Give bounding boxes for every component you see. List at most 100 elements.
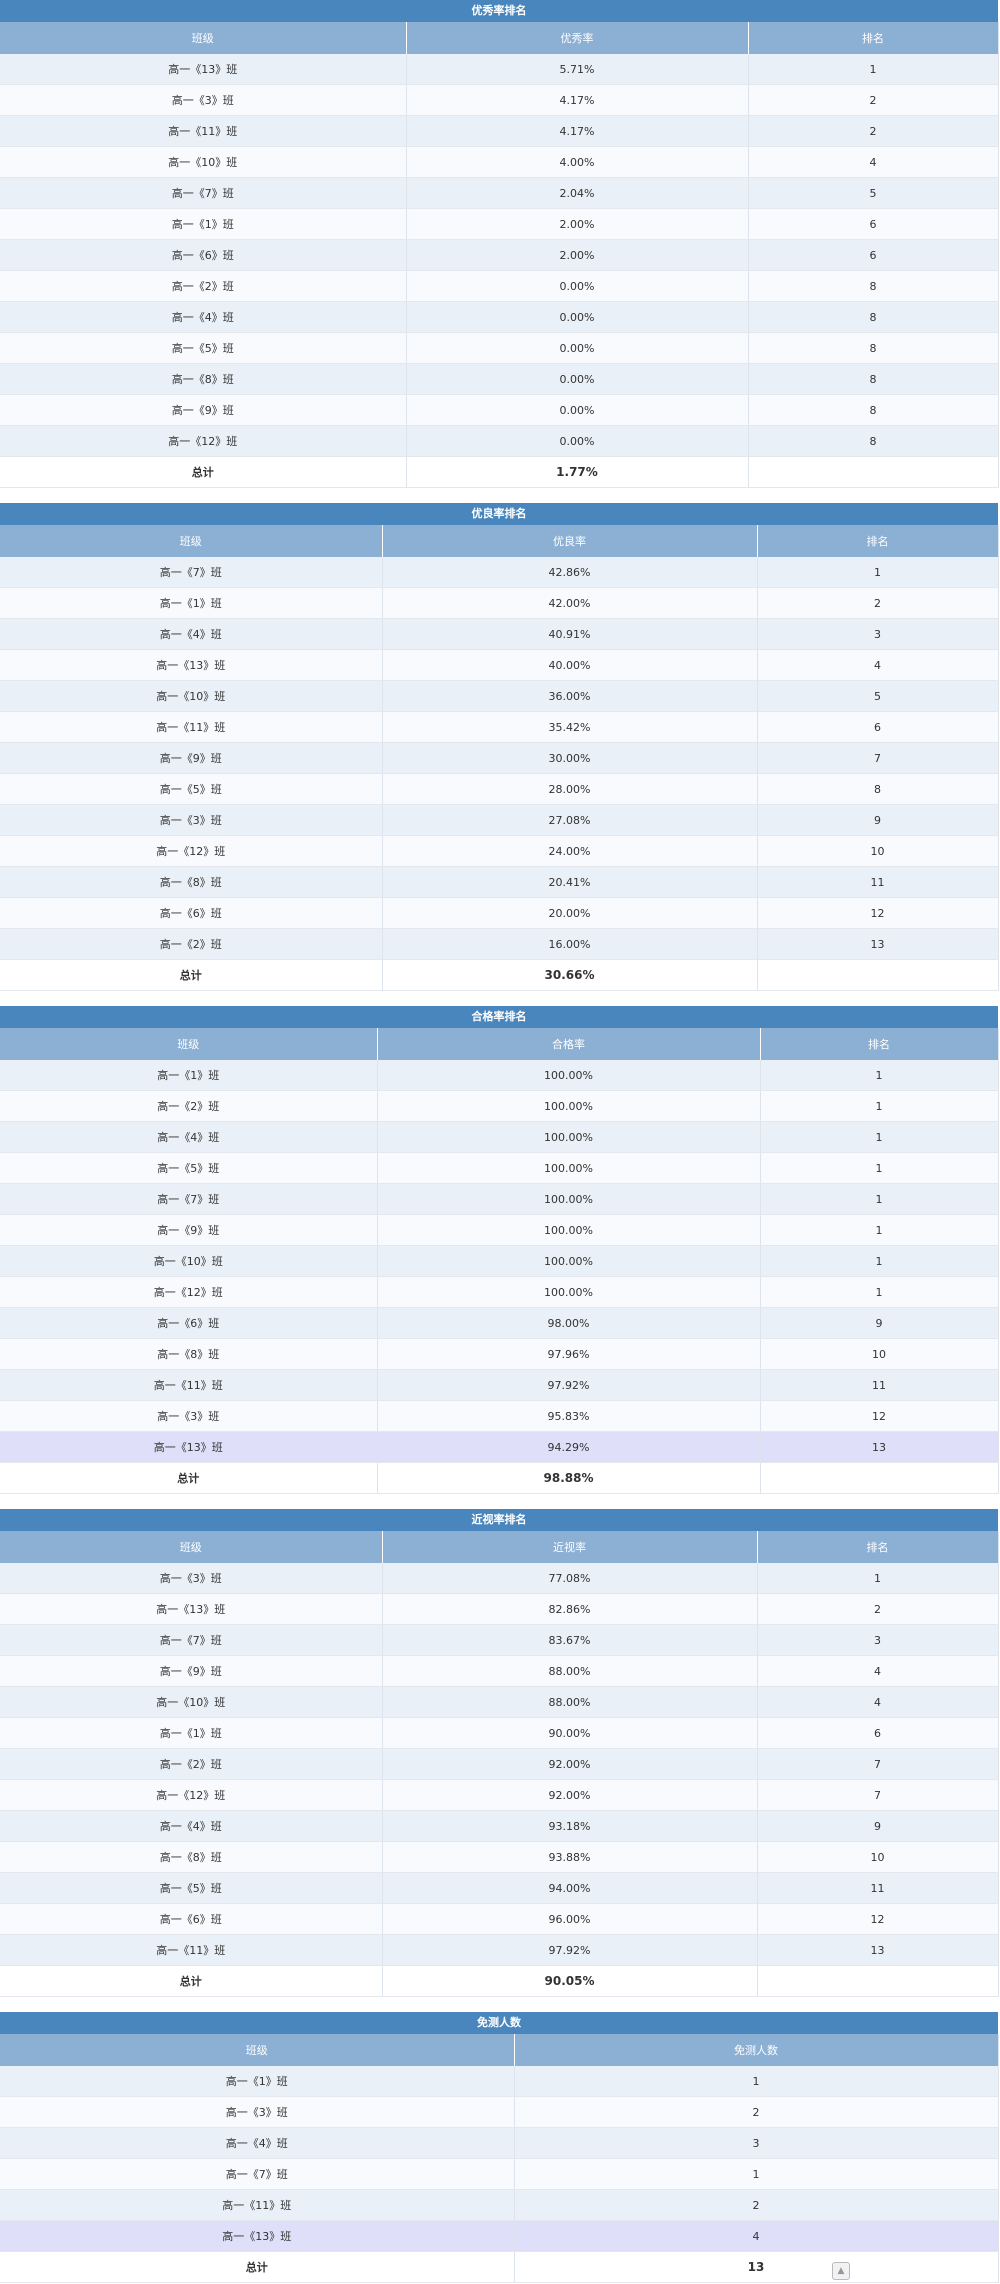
class-name-cell: 高一《4》班 [0,1810,383,1842]
rank-cell: 1 [760,1090,999,1122]
table-row: 高一《4》班 40.91% 3 [0,618,999,650]
rank-cell: 2 [748,115,999,147]
value-cell: 20.00% [382,897,758,929]
class-name-cell: 高一《11》班 [0,1369,378,1401]
rank-cell: 11 [757,866,999,898]
table-row: 高一《12》班 100.00% 1 [0,1276,999,1308]
exempt-count-section: 免测人数 班级 免测人数 高一《1》班 1 高一《3》班 2 高一《4》班 3 高一《7》班… [0,2012,999,2283]
value-cell: 83.67% [382,1624,758,1656]
rank-cell: 2 [757,587,999,619]
table-row: 高一《9》班 30.00% 7 [0,742,999,774]
class-name-cell: 高一《9》班 [0,394,407,426]
rank-cell: 4 [748,146,999,178]
table-row: 高一《12》班 0.00% 8 [0,425,999,457]
table-row: 高一《1》班 2.00% 6 [0,208,999,240]
rank-cell: 7 [757,1779,999,1811]
class-name-cell: 高一《3》班 [0,804,383,836]
class-name-cell: 高一《1》班 [0,587,383,619]
value-cell: 100.00% [377,1245,761,1277]
rank-cell: 8 [748,270,999,302]
rank-cell: 8 [748,425,999,457]
rank-cell: 6 [757,711,999,743]
ranking-table: 班级 合格率 排名 高一《1》班 100.00% 1 高一《2》班 100.00% 1 高一… [0,1028,999,1494]
table-row: 高一《7》班 83.67% 3 [0,1624,999,1656]
ranking-table: 班级 近视率 排名 高一《3》班 77.08% 1 高一《13》班 82.86% 2 高一《… [0,1531,999,1997]
rank-cell: 3 [757,1624,999,1656]
total-value: 30.66% [382,959,758,991]
table-header-row: 班级 优秀率 排名 [0,22,999,54]
value-cell: 97.92% [382,1934,758,1966]
total-label: 总计 [0,2251,515,2283]
value-cell: 94.00% [382,1872,758,1904]
value-cell: 82.86% [382,1593,758,1625]
rank-cell: 6 [748,208,999,240]
table-row: 高一《2》班 92.00% 7 [0,1748,999,1780]
value-cell: 92.00% [382,1748,758,1780]
total-row: 总计 1.77% [0,456,999,488]
value-cell: 5.71% [406,54,749,85]
class-name-cell: 高一《4》班 [0,618,383,650]
table-row: 高一《13》班 4 [0,2220,999,2252]
class-name-cell: 高一《5》班 [0,1872,383,1904]
section-title: 免测人数 [0,2012,998,2034]
class-name-cell: 高一《8》班 [0,866,383,898]
table-row: 高一《4》班 100.00% 1 [0,1121,999,1153]
value-cell: 20.41% [382,866,758,898]
table-row: 高一《7》班 100.00% 1 [0,1183,999,1215]
class-name-cell: 高一《7》班 [0,177,407,209]
table-row: 高一《2》班 100.00% 1 [0,1090,999,1122]
class-name-cell: 高一《13》班 [0,54,407,85]
column-header: 排名 [748,22,999,54]
column-header: 班级 [0,2034,515,2066]
total-value: 13 [514,2251,999,2283]
value-cell: 93.18% [382,1810,758,1842]
value-cell: 30.00% [382,742,758,774]
value-cell: 96.00% [382,1903,758,1935]
rank-cell: 8 [757,773,999,805]
rank-cell: 1 [760,1245,999,1277]
value-cell: 92.00% [382,1779,758,1811]
class-name-cell: 高一《9》班 [0,1214,378,1246]
rank-cell: 1 [760,1152,999,1184]
table-row: 高一《6》班 2.00% 6 [0,239,999,271]
class-name-cell: 高一《4》班 [0,301,407,333]
value-cell: 40.00% [382,649,758,681]
section-title: 优良率排名 [0,503,998,525]
value-cell: 4.17% [406,84,749,116]
back-to-top-icon[interactable]: ▲ [832,2262,850,2280]
table-row: 高一《1》班 42.00% 2 [0,587,999,619]
class-name-cell: 高一《2》班 [0,1748,383,1780]
section-title: 合格率排名 [0,1006,998,1028]
rank-cell: 8 [748,363,999,395]
rank-cell: 9 [760,1307,999,1339]
section-title: 近视率排名 [0,1509,998,1531]
rank-cell: 1 [760,1276,999,1308]
class-name-cell: 高一《1》班 [0,208,407,240]
rank-cell: 7 [757,742,999,774]
class-name-cell: 高一《12》班 [0,425,407,457]
value-cell: 98.00% [377,1307,761,1339]
value-cell: 100.00% [377,1183,761,1215]
rank-cell: 3 [757,618,999,650]
rank-cell: 7 [757,1748,999,1780]
value-cell: 27.08% [382,804,758,836]
value-cell: 35.42% [382,711,758,743]
table-row: 高一《5》班 100.00% 1 [0,1152,999,1184]
column-header: 班级 [0,1531,383,1563]
total-row: 总计 98.88% [0,1462,999,1494]
table-row: 高一《5》班 94.00% 11 [0,1872,999,1904]
table-row: 高一《2》班 16.00% 13 [0,928,999,960]
rank-cell: 1 [757,1563,999,1594]
value-cell: 0.00% [406,332,749,364]
table-row: 高一《8》班 97.96% 10 [0,1338,999,1370]
table-row: 高一《11》班 35.42% 6 [0,711,999,743]
total-rank-cell [760,1462,999,1494]
value-cell: 2.00% [406,208,749,240]
value-cell: 1 [514,2066,999,2097]
class-name-cell: 高一《1》班 [0,1060,378,1091]
table-row: 高一《12》班 92.00% 7 [0,1779,999,1811]
table-row: 高一《4》班 0.00% 8 [0,301,999,333]
table-header-row: 班级 优良率 排名 [0,525,999,557]
table-row: 高一《3》班 77.08% 1 [0,1563,999,1594]
myopia-rate-ranking-section: 近视率排名 班级 近视率 排名 高一《3》班 77.08% 1 高一《13》班 82.8… [0,1509,999,1997]
